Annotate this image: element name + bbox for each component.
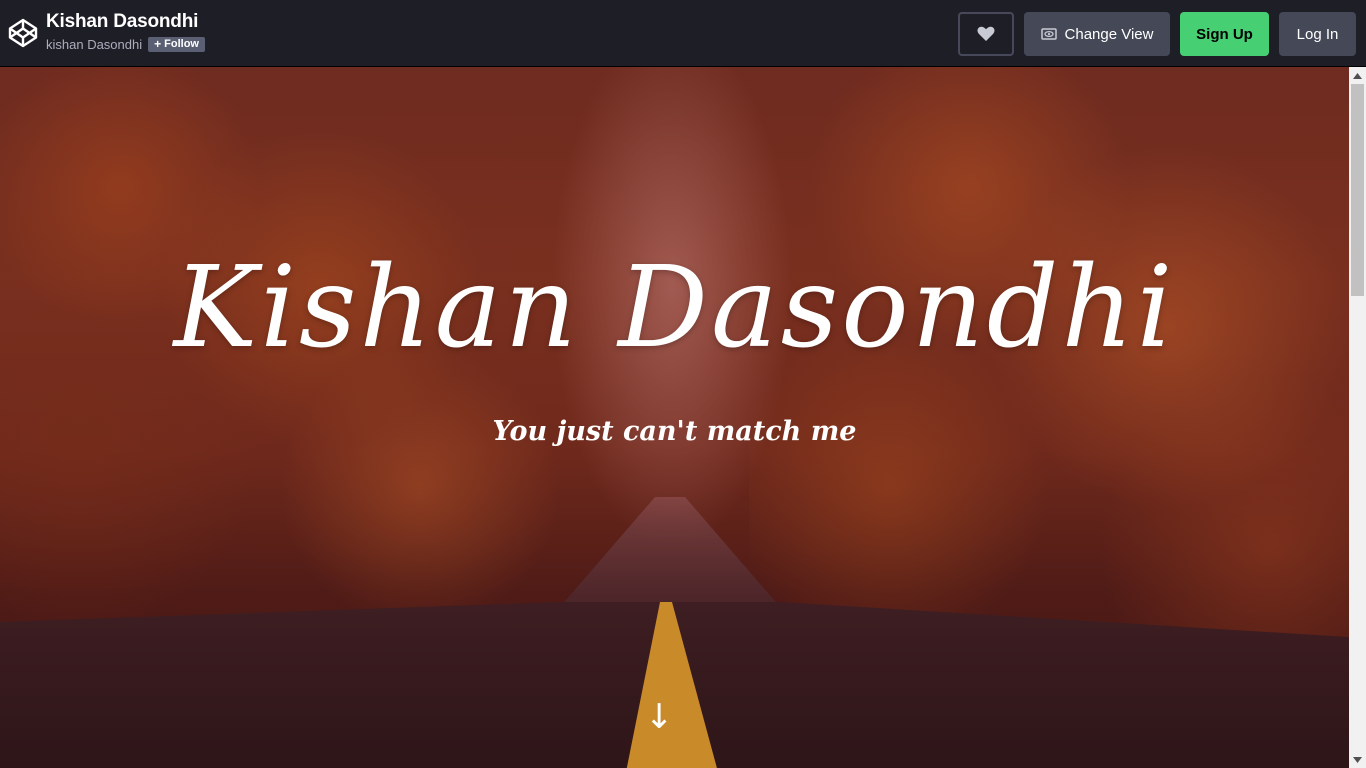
scroll-down-arrow-icon[interactable]: ↓ xyxy=(645,700,674,734)
author-row: kishan Dasondhi + Follow xyxy=(46,37,205,52)
change-view-button[interactable]: Change View xyxy=(1024,12,1170,56)
scroll-up-icon[interactable] xyxy=(1349,67,1366,84)
topbar: Kishan Dasondhi kishan Dasondhi + Follow… xyxy=(0,0,1366,67)
scroll-down-icon[interactable] xyxy=(1349,751,1366,768)
follow-label: Follow xyxy=(164,38,199,50)
hero-title: Kishan Dasondhi xyxy=(173,243,1176,373)
distant-road xyxy=(560,497,780,607)
heart-icon xyxy=(977,26,995,41)
scrollbar[interactable] xyxy=(1349,67,1366,768)
codepen-logo-icon[interactable] xyxy=(7,17,39,49)
heart-button[interactable] xyxy=(958,12,1014,56)
author-link[interactable]: kishan Dasondhi xyxy=(46,37,142,52)
pen-preview: Kishan Dasondhi You just can't match me … xyxy=(0,67,1349,768)
plus-icon: + xyxy=(154,37,162,51)
follow-button[interactable]: + Follow xyxy=(148,37,205,52)
pen-title: Kishan Dasondhi xyxy=(46,11,199,32)
log-in-button[interactable]: Log In xyxy=(1279,12,1356,56)
hero-subtitle: You just can't match me xyxy=(492,416,857,447)
scrollbar-thumb[interactable] xyxy=(1351,84,1364,296)
eye-icon xyxy=(1040,28,1057,40)
change-view-label: Change View xyxy=(1064,25,1154,43)
sign-up-button[interactable]: Sign Up xyxy=(1180,12,1269,56)
